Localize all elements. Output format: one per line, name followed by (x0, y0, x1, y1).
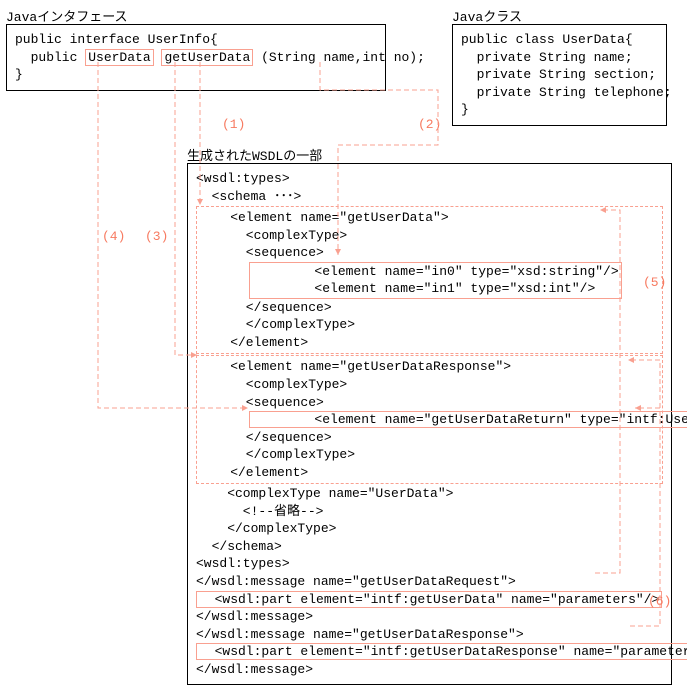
code-line: </wsdl:message name="getUserDataResponse… (196, 626, 663, 644)
code-line: </schema> (196, 538, 663, 556)
interface-label: Javaインタフェース (6, 6, 128, 25)
part-request-hl: <wsdl:part element="intf:getUserData" na… (196, 591, 662, 608)
code-line: <element name="in0" type="xsd:string"/> (252, 263, 619, 281)
num-3: (3) (145, 229, 168, 244)
block-getuserdata: <element name="getUserData"> <complexTyp… (196, 206, 663, 354)
code-line: public UserData getUserData (String name… (15, 49, 377, 67)
code-line: </element> (199, 334, 660, 352)
inner-params-hl: <element name="in0" type="xsd:string"/> … (249, 262, 622, 299)
code-line: <wsdl:part element="intf:getUserDataResp… (196, 643, 663, 661)
code-line: <element name="getUserDataResponse"> (199, 358, 660, 376)
num-4: (4) (102, 229, 125, 244)
part-response-hl: <wsdl:part element="intf:getUserDataResp… (196, 643, 687, 660)
method-name-hl: getUserData (161, 49, 253, 66)
code-line: </wsdl:message> (196, 608, 663, 626)
num-6: (6) (648, 594, 671, 609)
code-line: </element> (199, 464, 660, 482)
code-line: </complexType> (199, 446, 660, 464)
code-line: } (461, 101, 658, 119)
code-line: <complexType> (199, 227, 660, 245)
code-line: <sequence> (199, 394, 660, 412)
return-element-hl: <element name="getUserDataReturn" type="… (249, 411, 687, 428)
code-line: public class UserData{ (461, 31, 658, 49)
code-line: <element name="in1" type="xsd:int"/> (252, 280, 619, 298)
code-line: <complexType> (199, 376, 660, 394)
num-1: (1) (222, 117, 245, 132)
wsdl-label: 生成されたWSDLの一部 (187, 145, 322, 164)
code-line: <complexType name="UserData"> (196, 485, 663, 503)
return-type-hl: UserData (85, 49, 153, 66)
code-line: <sequence> (199, 244, 660, 262)
code-line: <element name="getUserDataReturn" type="… (249, 411, 660, 429)
code-line: public interface UserInfo{ (15, 31, 377, 49)
code-line: </sequence> (199, 429, 660, 447)
code-line: </complexType> (199, 316, 660, 334)
code-line: </complexType> (196, 520, 663, 538)
code-line: <!--省略--> (196, 503, 663, 521)
class-label: Javaクラス (452, 6, 522, 25)
code-line: <wsdl:types> (196, 555, 663, 573)
code-line: private String telephone; (461, 84, 658, 102)
block-response: <element name="getUserDataResponse"> <co… (196, 355, 663, 484)
code-line: </sequence> (199, 299, 660, 317)
code-line: private String section; (461, 66, 658, 84)
class-box: public class UserData{ private String na… (452, 24, 667, 126)
num-5: (5) (643, 275, 666, 290)
code-line: </wsdl:message name="getUserDataRequest"… (196, 573, 663, 591)
interface-box: public interface UserInfo{ public UserDa… (6, 24, 386, 91)
code-line: </wsdl:message> (196, 661, 663, 679)
code-line: <element name="getUserData"> (199, 209, 660, 227)
code-line: private String name; (461, 49, 658, 67)
code-line: <wsdl:types> (196, 170, 663, 188)
num-2: (2) (418, 117, 441, 132)
code-line: <schema ･･･> (196, 188, 663, 206)
code-line: <wsdl:part element="intf:getUserData" na… (196, 591, 663, 609)
code-line: } (15, 66, 377, 84)
wsdl-box: <wsdl:types> <schema ･･･> <element name=… (187, 163, 672, 685)
